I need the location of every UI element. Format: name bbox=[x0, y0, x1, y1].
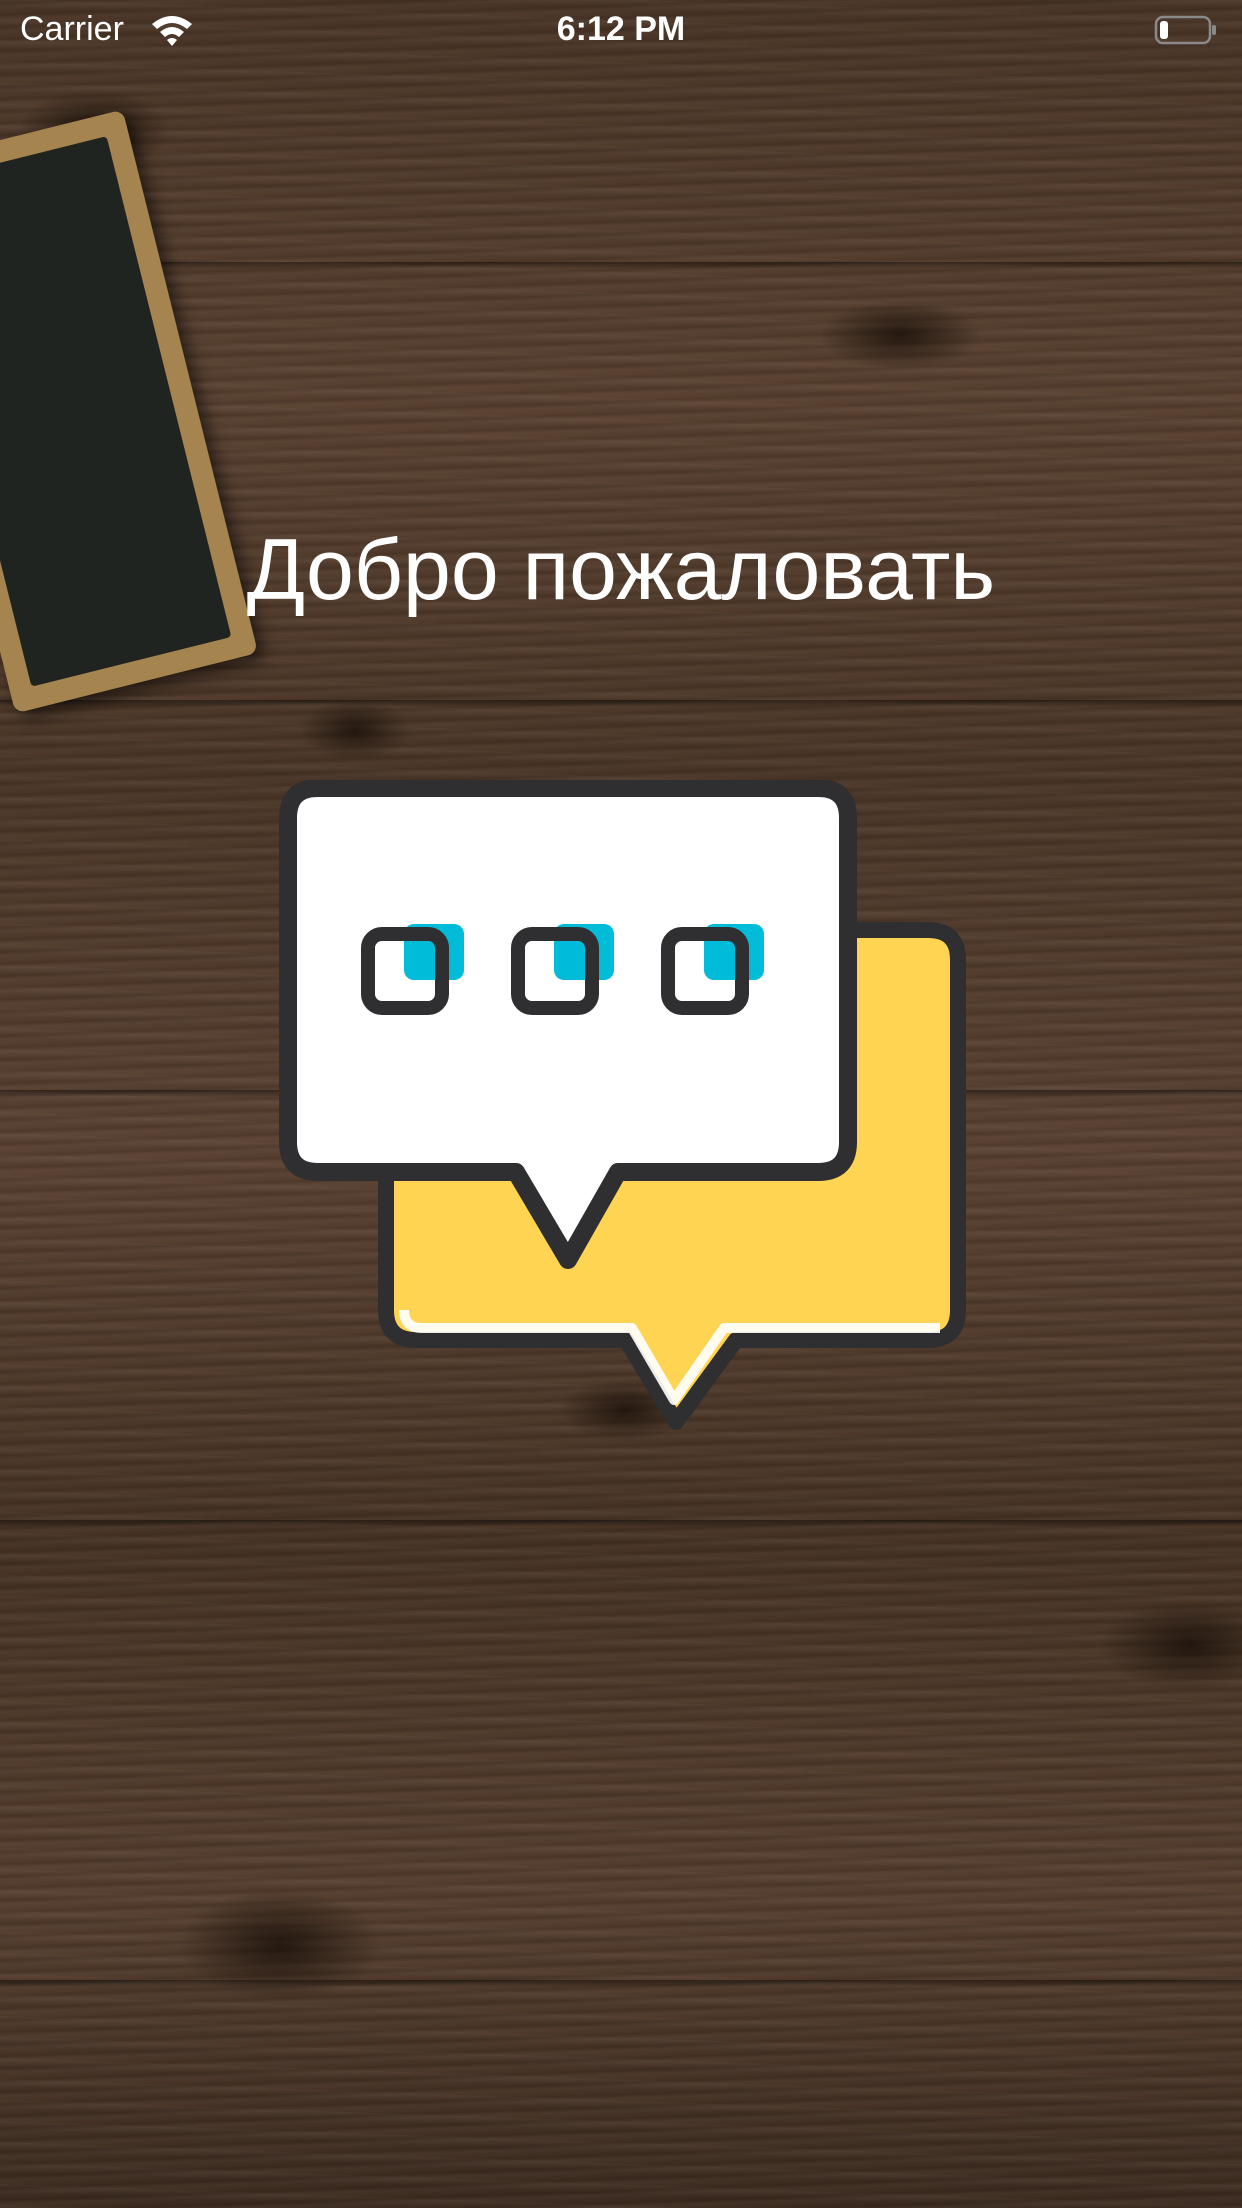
status-bar: Carrier 6:12 PM bbox=[0, 0, 1242, 60]
plank-seam bbox=[0, 262, 1242, 268]
plank-seam bbox=[0, 700, 1242, 706]
plank-seam bbox=[0, 1520, 1242, 1526]
wood-knot bbox=[300, 700, 410, 760]
battery-icon bbox=[1154, 15, 1216, 45]
chat-bubbles-icon bbox=[279, 780, 966, 1430]
welcome-title: Добро пожаловать bbox=[246, 522, 996, 618]
status-time: 6:12 PM bbox=[556, 10, 686, 48]
wood-knot bbox=[1100, 1600, 1242, 1690]
welcome-screen: Carrier 6:12 PM Добро пожаловать bbox=[0, 0, 1242, 2208]
wood-knot bbox=[820, 300, 980, 370]
wood-knot bbox=[180, 1890, 380, 2000]
plank-seam bbox=[0, 1980, 1242, 1986]
